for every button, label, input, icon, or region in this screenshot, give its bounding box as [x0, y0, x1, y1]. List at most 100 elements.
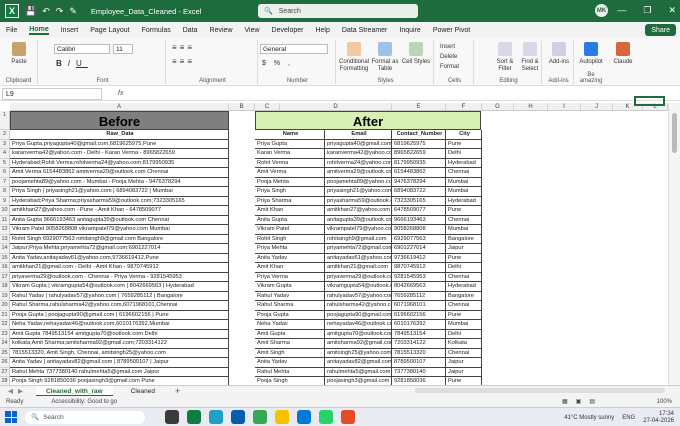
row-header[interactable]: 6	[0, 168, 10, 178]
cell-styles-button[interactable]: Cell Styles	[401, 42, 431, 66]
sheet-nav-arrows[interactable]: ◀▶	[8, 387, 28, 395]
table-cell[interactable]: amitkhan27@yahoo.com - Pune - Amit Khan …	[10, 206, 229, 216]
number-format-select[interactable]: General	[260, 44, 328, 54]
row-header[interactable]: 3	[0, 139, 10, 149]
table-cell[interactable]: Anita Yadav | anitayadav82@gmail.com | 8…	[10, 358, 229, 368]
page-break-icon[interactable]: ▤	[589, 398, 595, 405]
table-cell[interactable]: Bangalore	[446, 234, 482, 244]
table-cell[interactable]: vikrampatel79@yahoo.com	[325, 225, 392, 235]
table-cell[interactable]: 6196602156	[392, 310, 446, 320]
after-header[interactable]: After	[255, 111, 481, 130]
table-cell[interactable]: 9058268808	[392, 225, 446, 235]
row-header[interactable]: 2	[0, 130, 10, 140]
table-cell[interactable]: Chennai	[446, 348, 482, 358]
table-cell[interactable]: Pune	[446, 253, 482, 263]
table-cell[interactable]: Pooja Singh 9281850036 poojasingh3@gmail…	[10, 377, 229, 385]
vertical-scrollbar[interactable]	[668, 103, 680, 385]
table-cell[interactable]: Bangalore	[446, 291, 482, 301]
table-cell[interactable]: Pooja Gupta	[255, 310, 325, 320]
column-header[interactable]: C	[255, 103, 280, 111]
table-cell[interactable]: amitgupta70@outlook.com	[325, 329, 392, 339]
table-cell[interactable]: Amit Verma 6154483862 amitverma29@outloo…	[10, 168, 229, 178]
row-header[interactable]: 16	[0, 263, 10, 273]
table-cell[interactable]: Jaipur;Priya Mehta;priyamehta72@gmail.co…	[10, 244, 229, 254]
undo-icon[interactable]: ↶	[42, 6, 50, 17]
column-header[interactable]: A	[10, 103, 229, 111]
table-cell[interactable]: Amit Gupta	[255, 329, 325, 339]
zoom-level[interactable]: 100%	[657, 399, 672, 405]
table-cell[interactable]: priyasharma59@outlook.com	[325, 196, 392, 206]
row-header[interactable]: 15	[0, 253, 10, 263]
row-header[interactable]: 5	[0, 158, 10, 168]
table-cell[interactable]: 6901227014	[392, 244, 446, 254]
claude-button[interactable]: Claude	[610, 42, 636, 66]
table-cell[interactable]: poojagupta90@gmail.com	[325, 310, 392, 320]
table-cell[interactable]: 9476378294	[392, 177, 446, 187]
table-cell[interactable]: 7323305165	[392, 196, 446, 206]
table-cell[interactable]: Pune	[446, 139, 482, 149]
table-cell[interactable]: rahulmehta5@gmail.com	[325, 367, 392, 377]
font-style-buttons[interactable]: BIU	[56, 60, 156, 68]
table-cell[interactable]: Pune	[446, 377, 482, 385]
sort-filter-button[interactable]: Sort & Filter	[494, 42, 516, 73]
view-buttons[interactable]: ▦ ▣ ▤	[562, 398, 595, 405]
table-cell[interactable]: 7815513320, Amit Singh, Chennai, amitsin…	[10, 348, 229, 358]
table-cell[interactable]: Priya Mehta	[255, 244, 325, 254]
table-cell[interactable]: rahulsharma42@yahoo.com	[325, 301, 392, 311]
table-cell[interactable]: Neha Yadav	[255, 320, 325, 330]
table-cell[interactable]: Rahul Yadav | rahulyadav57@yahoo.com | 7…	[10, 291, 229, 301]
add-sheet-icon[interactable]: +	[175, 386, 180, 396]
horizontal-scrollbar[interactable]	[415, 388, 665, 393]
table-cell[interactable]: priyasingh21@yahoo.com	[325, 187, 392, 197]
table-cell[interactable]: rohitsingh9@gmail.com	[325, 234, 392, 244]
table-cell[interactable]: Delhi	[446, 263, 482, 273]
table-cell[interactable]: nehayadav46@outlook.com	[325, 320, 392, 330]
whatsapp-icon[interactable]	[319, 410, 333, 424]
table-cell[interactable]: Hyderabad	[446, 196, 482, 206]
table-cell[interactable]: Rohit Singh 6929077563 rohitsingh9@gmail…	[10, 234, 229, 244]
menu-tab-developer[interactable]: Developer	[272, 27, 304, 34]
weather[interactable]: 41°C Mostly sunny	[564, 415, 614, 421]
table-cell[interactable]: Anita Yadav,anitayadav61@yahoo.com,97366…	[10, 253, 229, 263]
minimize-icon[interactable]: —	[617, 5, 626, 16]
menu-tab-review[interactable]: Review	[210, 27, 233, 34]
menu-tab-power-pivot[interactable]: Power Pivot	[433, 27, 470, 34]
table-cell[interactable]: priyaverma29@outlook.com - Chennai - Pri…	[10, 272, 229, 282]
table-cell[interactable]: Rahul Mehta	[255, 367, 325, 377]
column-header[interactable]: G	[482, 103, 514, 111]
table-cell[interactable]: Chennai	[446, 272, 482, 282]
selected-cell[interactable]	[634, 96, 665, 106]
before-header[interactable]: Before	[10, 111, 229, 130]
row-header[interactable]: 17	[0, 272, 10, 282]
table-cell[interactable]: Chennai	[446, 168, 482, 178]
sheet-tab[interactable]: Cleaned_with_raw	[36, 385, 113, 397]
table-cell[interactable]: 7815513320	[392, 348, 446, 358]
row-header[interactable]: 10	[0, 206, 10, 216]
table-cell[interactable]: 7849513154	[392, 329, 446, 339]
taskbar-search[interactable]: 🔍 Search	[25, 410, 145, 424]
row-header[interactable]: 21	[0, 310, 10, 320]
table-cell[interactable]: amitkhan27@yahoo.com	[325, 206, 392, 216]
table-cell[interactable]: poojasingh3@gmail.com	[325, 377, 392, 385]
table-cell[interactable]: 9736619412	[392, 253, 446, 263]
table-cell[interactable]: Priya Verma	[255, 272, 325, 282]
format-painter-icon[interactable]: ✎	[69, 6, 77, 17]
insert-cells-button[interactable]: Insert	[440, 44, 472, 51]
normal-view-icon[interactable]: ▦	[562, 398, 568, 405]
column-header[interactable]: H	[514, 103, 548, 111]
table-cell[interactable]: rohitverma24@yahoo.com	[325, 158, 392, 168]
table-cell[interactable]: Anita Gupta 9666193463 anitagupta39@outl…	[10, 215, 229, 225]
table-cell[interactable]: Priya Gupta,priyagupta40@gmail.com,68196…	[10, 139, 229, 149]
table-cell[interactable]: anitagupta39@outlook.com	[325, 215, 392, 225]
table-cell[interactable]: Vikram Gupta | vikramgupta54@outlook.com…	[10, 282, 229, 292]
table-cell[interactable]: Rahul Sharma	[255, 301, 325, 311]
row-header[interactable]: 1	[0, 111, 10, 130]
row-header[interactable]: 27	[0, 367, 10, 377]
chrome-profile-icon[interactable]	[341, 410, 355, 424]
table-cell[interactable]: Kolkata	[446, 339, 482, 349]
table-cell[interactable]: Mumbai	[446, 187, 482, 197]
table-cell[interactable]: Rahul Mehta 7377380140 rahulmehta5@gmail…	[10, 367, 229, 377]
conditional-formatting-button[interactable]: Conditional Formatting	[338, 42, 370, 73]
row-header[interactable]: 28	[0, 377, 10, 385]
table-cell[interactable]: poojamehta89@yahoo.com - Mumbai - Pooja …	[10, 177, 229, 187]
